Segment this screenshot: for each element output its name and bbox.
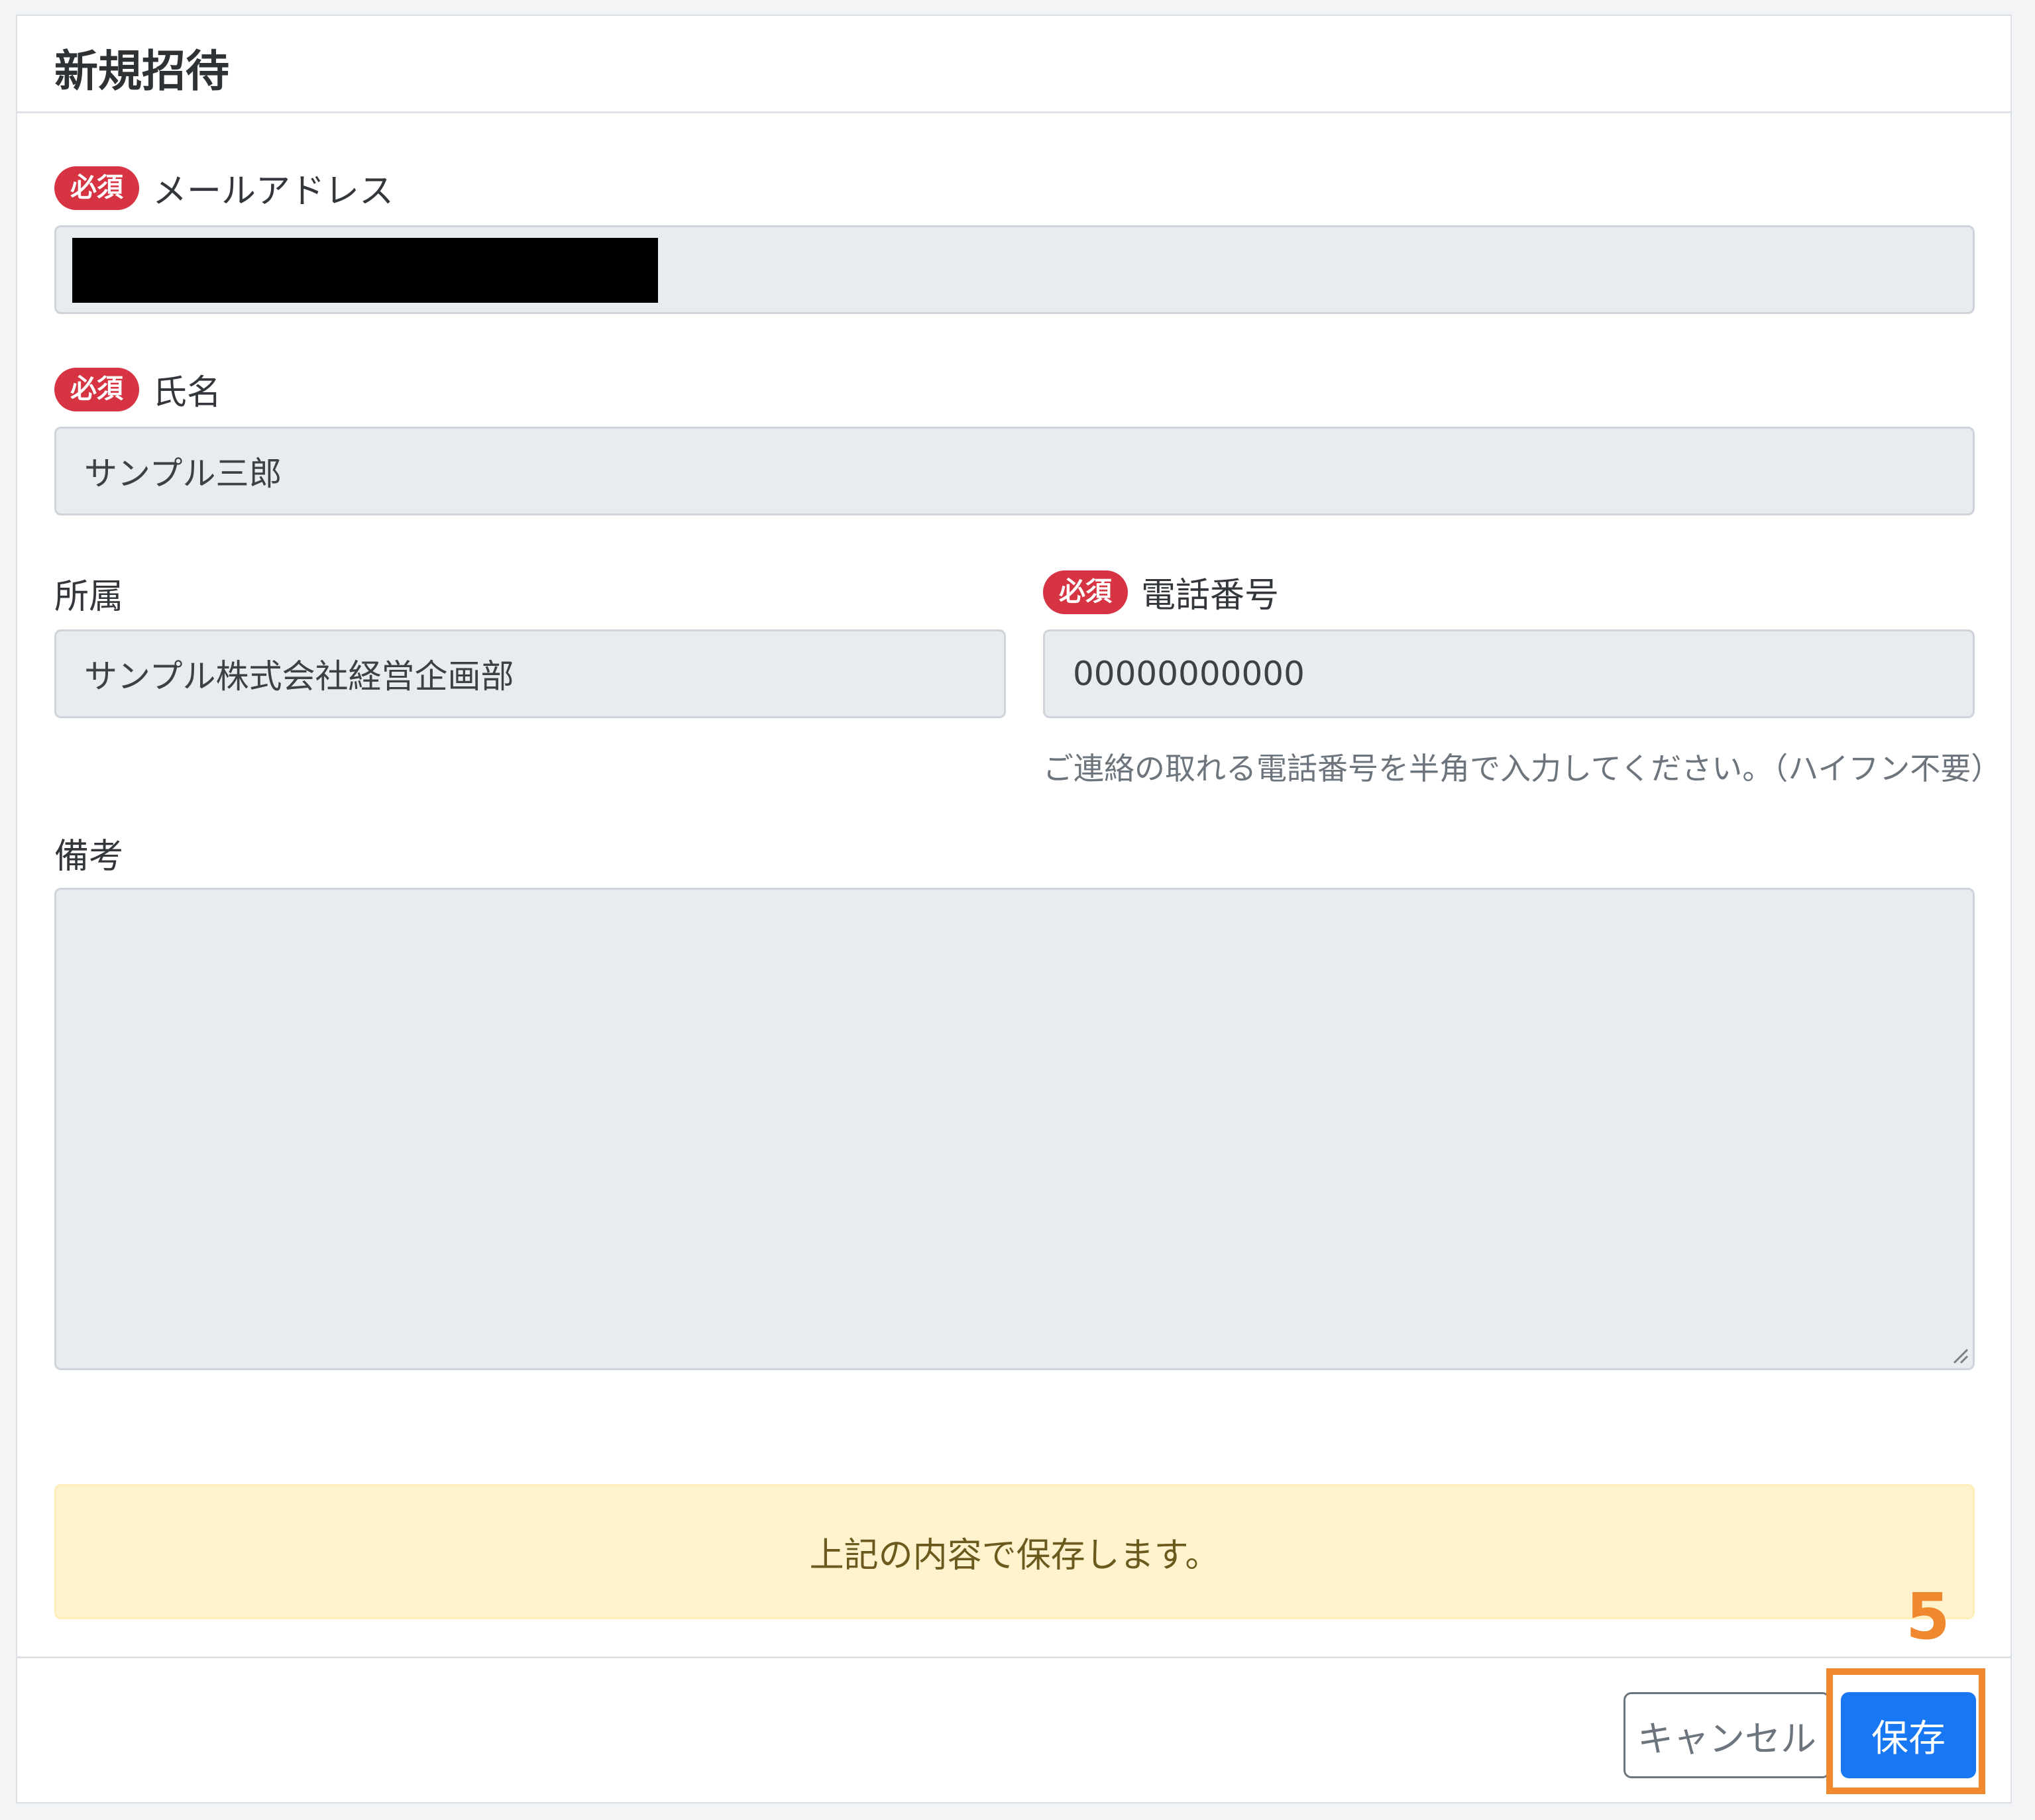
- affiliation-value: サンプル株式会社経営企画部: [84, 657, 514, 696]
- name-value: サンプル三郎: [84, 455, 282, 493]
- remarks-label-row: 備考: [54, 828, 123, 878]
- email-label-row: 必須 メールアドレス: [54, 163, 394, 213]
- phone-label: 電話番号: [1141, 576, 1280, 616]
- step-number-annotation: 5: [1906, 1579, 1950, 1654]
- phone-value: 00000000000: [1073, 655, 1305, 693]
- affiliation-label: 所属: [54, 577, 124, 617]
- affiliation-field[interactable]: サンプル株式会社経営企画部: [54, 629, 1006, 718]
- resize-handle-icon[interactable]: [1950, 1346, 1969, 1364]
- save-button-highlight: [1826, 1668, 1985, 1794]
- alert-message: 上記の内容で保存します。: [809, 1535, 1220, 1576]
- page: 新規招待 必須 メールアドレス 必須 氏名 サンプル三郎 所属 サンプル株式会社…: [0, 0, 2035, 1820]
- required-badge: 必須: [54, 166, 139, 210]
- email-field[interactable]: [54, 225, 1975, 314]
- remarks-textarea[interactable]: [54, 888, 1975, 1370]
- redacted-email-value: [72, 238, 658, 303]
- required-badge: 必須: [1043, 570, 1128, 614]
- header-divider: [17, 111, 2010, 113]
- affiliation-label-row: 所属: [54, 568, 123, 618]
- remarks-label: 備考: [54, 837, 124, 877]
- phone-field[interactable]: 00000000000: [1043, 629, 1975, 718]
- name-label: 氏名: [152, 373, 222, 413]
- cancel-button[interactable]: キャンセル: [1623, 1692, 1830, 1778]
- required-badge: 必須: [54, 367, 139, 411]
- invite-modal: 新規招待 必須 メールアドレス 必須 氏名 サンプル三郎 所属 サンプル株式会社…: [16, 15, 2012, 1803]
- name-field[interactable]: サンプル三郎: [54, 427, 1975, 515]
- footer-divider: [17, 1656, 2010, 1658]
- phone-hint: ご連絡の取れる電話番号を半角で入力してください。（ハイフン不要）: [1043, 751, 2002, 786]
- email-label: メールアドレス: [152, 172, 394, 211]
- modal-title: 新規招待: [54, 46, 229, 97]
- phone-label-row: 必須 電話番号: [1043, 567, 1279, 617]
- name-label-row: 必須 氏名: [54, 364, 221, 414]
- confirmation-alert: 上記の内容で保存します。: [54, 1484, 1975, 1619]
